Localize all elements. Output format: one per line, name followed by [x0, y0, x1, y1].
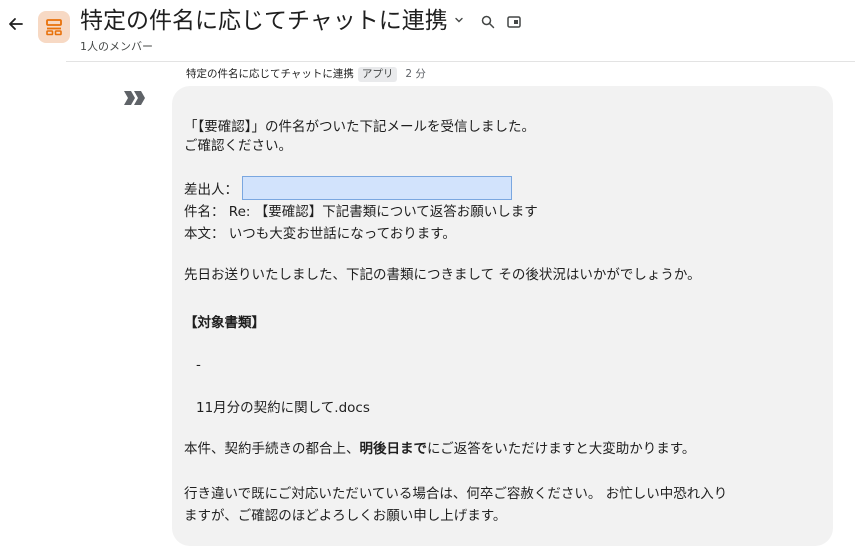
message-line: ご確認ください。 — [184, 138, 292, 154]
space-avatar[interactable] — [38, 11, 70, 43]
space-icon — [46, 19, 62, 36]
thread-panel-icon[interactable] — [506, 14, 522, 30]
deadline-emphasis: 明後日まで — [359, 441, 428, 457]
member-count[interactable]: 1人のメンバー — [80, 38, 153, 54]
message-meta: 特定の件名に応じてチャットに連携 アプリ 2 分 — [186, 66, 426, 82]
app-avatar-icon[interactable] — [121, 86, 149, 110]
from-label: 差出人： — [184, 182, 238, 198]
body-line: 本文： いつも大変お世話になっております。 — [184, 226, 456, 242]
chevron-down-icon[interactable] — [454, 15, 464, 25]
back-arrow-icon[interactable] — [6, 14, 26, 34]
message-line: 先日お送りいたしました、下記の書類につきまして その後状況はいかがでしょうか。 — [184, 267, 701, 283]
message-time: 2 分 — [405, 68, 426, 80]
message-line: 「【要確認】」の件名がついた下記メールを受信しました。 — [184, 119, 535, 135]
subject-line: 件名： Re: 【要確認】下記書類について返答お願いします — [184, 204, 538, 220]
message-bubble — [172, 86, 833, 546]
text-segment: 本件、契約手続きの都合上、 — [184, 441, 360, 457]
list-dash: - — [196, 357, 201, 373]
header-divider — [66, 61, 855, 62]
message-line: ますが、ご確認のほどよろしくお願い申し上げます。 — [184, 508, 507, 524]
redacted-sender — [242, 176, 512, 200]
search-icon[interactable] — [480, 14, 496, 30]
message-line: 本件、契約手続きの都合上、明後日までにご返答をいただけますと大変助かります。 — [184, 440, 695, 458]
target-heading: 【対象書類】 — [184, 315, 265, 331]
space-title[interactable]: 特定の件名に応じてチャットに連携 — [80, 6, 464, 36]
sender-name[interactable]: 特定の件名に応じてチャットに連携 — [186, 68, 354, 80]
document-name: 11月分の契約に関して.docs — [196, 400, 370, 416]
chat-header: 特定の件名に応じてチャットに連携 1人のメンバー — [0, 0, 855, 60]
message-line: 行き違いで既にご対応いただいている場合は、何卒ご容赦ください。 お忙しい中恐れ入… — [184, 486, 728, 502]
from-line: 差出人： — [184, 176, 512, 200]
app-badge: アプリ — [357, 67, 398, 82]
text-segment: にご返答をいただけますと大変助かります。 — [427, 441, 696, 457]
space-title-text: 特定の件名に応じてチャットに連携 — [80, 8, 448, 34]
